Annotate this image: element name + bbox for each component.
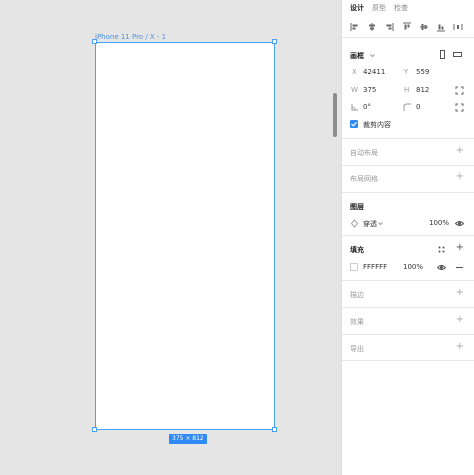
tab-prototype[interactable]: 原型 <box>372 3 386 13</box>
effects-title: 效果 <box>350 318 364 326</box>
add-export-icon[interactable]: + <box>456 342 464 352</box>
h-input[interactable]: 812 <box>416 86 429 94</box>
add-auto-layout-icon[interactable]: + <box>456 146 464 156</box>
add-stroke-icon[interactable]: + <box>456 288 464 298</box>
constrain-proportions-icon[interactable] <box>455 86 464 95</box>
rotation-icon <box>350 103 359 112</box>
layout-grid-section: 布局网格 + <box>342 166 474 193</box>
fill-title: 填充 <box>350 246 364 254</box>
y-input[interactable]: 559 <box>416 68 429 76</box>
blend-mode-icon <box>350 219 359 228</box>
alignment-toolbar <box>342 18 474 38</box>
fill-color-swatch[interactable] <box>350 263 358 271</box>
w-label: W <box>351 86 358 94</box>
blend-mode-select[interactable]: 穿透 <box>363 219 377 229</box>
tab-inspect[interactable]: 检查 <box>394 3 408 13</box>
fill-opacity-input[interactable]: 100% <box>403 263 423 271</box>
auto-layout-section: 自动布局 + <box>342 139 474 166</box>
w-input[interactable]: 375 <box>363 86 376 94</box>
x-input[interactable]: 42411 <box>363 68 385 76</box>
remove-fill-icon[interactable] <box>455 263 464 272</box>
clip-content-checkbox[interactable] <box>350 120 358 128</box>
independent-corners-icon[interactable] <box>455 103 464 112</box>
layer-section: 图层 穿透 100% <box>342 193 474 236</box>
h-label: H <box>404 86 410 94</box>
fit-resize-icon[interactable] <box>456 50 465 59</box>
effects-section: 效果 + <box>342 308 474 335</box>
align-horizontal-center-icon[interactable] <box>367 22 377 32</box>
resize-handle-bottom-right[interactable] <box>272 427 277 432</box>
fill-hex-input[interactable]: FFFFFF <box>363 263 387 271</box>
eye-icon[interactable] <box>455 219 464 228</box>
resize-handle-top-left[interactable] <box>92 39 97 44</box>
add-layout-grid-icon[interactable]: + <box>456 172 464 182</box>
canvas-scrollbar[interactable] <box>333 93 337 137</box>
corner-radius-input[interactable]: 0 <box>416 103 420 111</box>
layer-opacity-input[interactable]: 100% <box>429 219 449 227</box>
stroke-title: 描边 <box>350 291 364 299</box>
stroke-section: 描边 + <box>342 281 474 308</box>
align-vertical-center-icon[interactable] <box>419 22 429 32</box>
align-left-icon[interactable] <box>350 22 360 32</box>
tab-design[interactable]: 设计 <box>350 3 364 13</box>
corner-radius-icon <box>403 103 412 112</box>
align-right-icon[interactable] <box>384 22 394 32</box>
size-badge: 375 × 812 <box>169 434 207 444</box>
x-label: X <box>352 68 357 76</box>
export-title: 导出 <box>350 345 364 353</box>
chevron-down-icon[interactable] <box>368 51 377 60</box>
clip-content-label: 裁剪内容 <box>363 121 391 129</box>
panel-tabs: 设计 原型 检查 <box>342 0 474 16</box>
rotation-input[interactable]: 0° <box>363 103 371 111</box>
fill-styles-icon[interactable] <box>437 245 446 254</box>
align-top-icon[interactable] <box>402 22 412 32</box>
properties-panel: 设计 原型 检查 画框 X 42411 Y 559 W 375 H 812 0°… <box>341 0 474 475</box>
y-label: Y <box>404 68 409 76</box>
align-bottom-icon[interactable] <box>436 22 446 32</box>
frame-section: 画框 X 42411 Y 559 W 375 H 812 0° 0 <box>342 39 474 139</box>
layout-grid-title: 布局网格 <box>350 175 378 183</box>
resize-handle-top-right[interactable] <box>272 39 277 44</box>
canvas[interactable]: iPhone 11 Pro / X - 1 375 × 812 <box>0 0 341 475</box>
frame-label[interactable]: iPhone 11 Pro / X - 1 <box>95 33 166 41</box>
resize-handle-bottom-left[interactable] <box>92 427 97 432</box>
layer-title: 图层 <box>350 203 364 211</box>
frame-section-title: 画框 <box>350 52 364 60</box>
eye-icon[interactable] <box>437 263 446 272</box>
iphone-frame[interactable] <box>95 42 275 430</box>
export-section: 导出 + <box>342 335 474 361</box>
add-effect-icon[interactable]: + <box>456 315 464 325</box>
add-fill-icon[interactable]: + <box>456 243 464 253</box>
fill-section: 填充 + FFFFFF 100% <box>342 236 474 281</box>
portrait-orientation-icon[interactable] <box>438 50 447 59</box>
chevron-down-icon[interactable] <box>376 219 385 228</box>
distribute-icon[interactable] <box>453 22 463 32</box>
auto-layout-title: 自动布局 <box>350 149 378 157</box>
